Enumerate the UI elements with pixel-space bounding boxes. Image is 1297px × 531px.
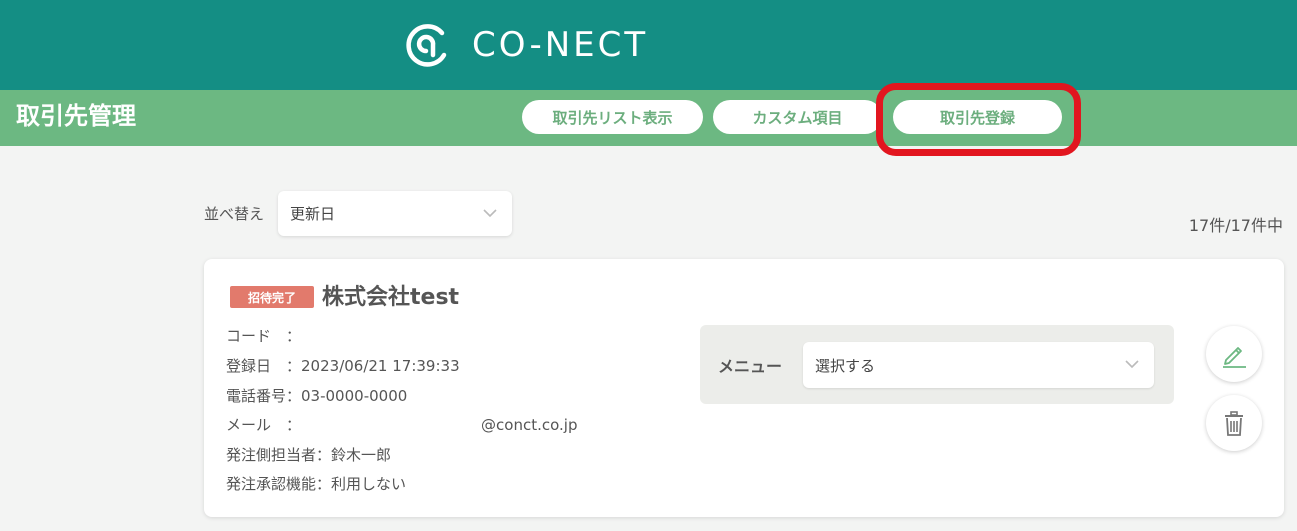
edit-button[interactable] bbox=[1206, 326, 1262, 382]
logo[interactable]: CO-NECT bbox=[402, 20, 648, 70]
menu-selected-value: 選択する bbox=[815, 356, 876, 375]
co-nect-logo-icon bbox=[406, 24, 447, 67]
info-approval-label: 発注承認機能： bbox=[226, 475, 332, 493]
info-approval: 発注承認機能：利用しない bbox=[226, 473, 406, 494]
info-email-value: @conct.co.jp bbox=[481, 416, 578, 434]
info-orderer-contact: 発注側担当者：鈴木一郎 bbox=[226, 444, 391, 465]
sort-select[interactable]: 更新日 bbox=[278, 191, 512, 236]
pencil-icon bbox=[1223, 347, 1246, 368]
info-phone-value: 03-0000-0000 bbox=[301, 387, 408, 405]
info-registered-date: 登録日 ：2023/06/21 17:39:33 bbox=[226, 355, 460, 376]
menu-box: メニュー 選択する bbox=[700, 325, 1174, 404]
company-name: 株式会社test bbox=[322, 285, 460, 310]
info-approval-value: 利用しない bbox=[331, 475, 407, 493]
delete-button[interactable] bbox=[1206, 395, 1262, 451]
info-email-label: メール ： bbox=[226, 416, 302, 434]
tab-partner-list[interactable]: 取引先リスト表示 bbox=[522, 100, 703, 134]
page-title: 取引先管理 bbox=[16, 102, 136, 130]
sort-label: 並べ替え bbox=[204, 205, 265, 223]
tab-custom-fields[interactable]: カスタム項目 bbox=[713, 100, 882, 134]
menu-label: メニュー bbox=[718, 357, 783, 376]
info-orderer-value: 鈴木一郎 bbox=[331, 446, 392, 464]
sort-selected-value: 更新日 bbox=[290, 205, 336, 223]
chevron-down-icon bbox=[1125, 360, 1139, 369]
info-code-label: コード ： bbox=[226, 327, 302, 345]
info-phone: 電話番号：03-0000-0000 bbox=[226, 385, 407, 406]
partner-card: 招待完了 株式会社test コード ： 登録日 ：2023/06/21 17:3… bbox=[204, 259, 1284, 517]
info-registered-value: 2023/06/21 17:39:33 bbox=[301, 357, 460, 375]
menu-select[interactable]: 選択する bbox=[803, 342, 1154, 388]
info-code: コード ： bbox=[226, 325, 301, 346]
info-orderer-label: 発注側担当者： bbox=[226, 446, 332, 464]
result-count: 17件/17件中 bbox=[1188, 216, 1283, 235]
info-phone-label: 電話番号： bbox=[226, 387, 302, 405]
logo-text: CO-NECT bbox=[472, 25, 649, 65]
info-registered-label: 登録日 ： bbox=[226, 357, 302, 375]
top-header: CO-NECT bbox=[0, 0, 1297, 90]
info-email: メール ： @conct.co.jp bbox=[226, 414, 577, 435]
trash-icon bbox=[1225, 411, 1243, 436]
chevron-down-icon bbox=[483, 209, 497, 218]
highlight-frame bbox=[876, 83, 1081, 156]
sub-header: 取引先管理 取引先リスト表示 カスタム項目 取引先登録 bbox=[0, 90, 1297, 146]
status-badge: 招待完了 bbox=[230, 286, 314, 308]
